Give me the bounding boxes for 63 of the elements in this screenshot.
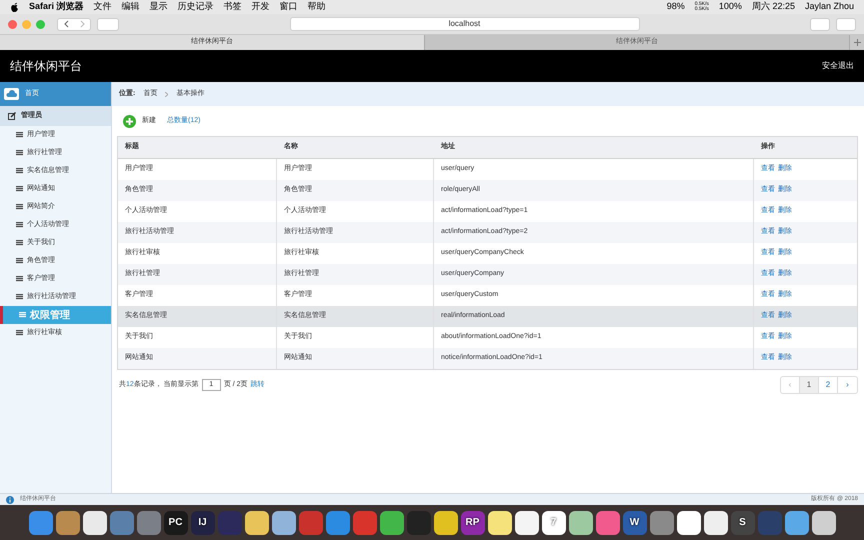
dock-app-icon[interactable] [568,510,592,534]
dock-app-icon[interactable] [244,510,268,534]
list-icon [16,276,23,282]
battery-percent: 98% [666,0,685,14]
dock-app-icon[interactable]: 7 [542,510,566,534]
chevron-icon [165,92,168,96]
list-icon [16,222,23,228]
apple-icon[interactable] [10,2,19,12]
list-icon [16,132,23,138]
dock-app-icon[interactable] [434,510,458,534]
dock-app-label: IJ [198,516,207,530]
close-window-icon[interactable] [8,20,17,28]
menu-item[interactable]: 文件 [94,0,112,14]
edit-icon [8,112,16,120]
menu-item[interactable]: 书签 [224,0,242,14]
dock-app-icon[interactable] [488,510,512,534]
list-icon [16,168,23,174]
dock-app-label: S [739,516,746,530]
info-icon [6,496,14,504]
add-icon[interactable] [123,114,136,128]
site-title: 结伴休闲平台 [10,58,82,75]
dock-app-icon[interactable]: RP [460,510,484,534]
dock-app-icon[interactable] [272,510,296,534]
list-icon [16,258,23,264]
list-icon [16,204,23,210]
dock-app-icon[interactable] [82,510,106,534]
app-menu[interactable]: Safari 浏览器 [29,0,84,14]
dock-app-icon[interactable]: S [730,510,754,534]
dock-app-label: PC [168,516,182,530]
dock-app-label: 7 [550,516,556,530]
dock-app-icon[interactable]: IJ [190,510,214,534]
back-icon [64,20,68,28]
list-icon [16,330,23,336]
list-icon [16,240,23,246]
menu-item[interactable]: 显示 [150,0,168,14]
menu-item[interactable]: 帮助 [308,0,326,14]
dock-app-icon[interactable] [812,510,836,534]
menu-item[interactable]: 开发 [252,0,270,14]
cloud-icon [4,88,19,100]
page-button[interactable]: 1 [800,377,819,393]
list-icon [16,294,23,300]
logout-link[interactable]: 安全退出 [822,60,854,72]
address-bar[interactable]: localhost [290,17,640,31]
dock-app-icon[interactable] [514,510,538,534]
user-name[interactable]: Jaylan Zhou [804,0,854,14]
dock-app-icon[interactable] [676,510,700,534]
dock-app-label: RP [466,516,480,530]
dock-app-icon[interactable]: W [622,510,646,534]
sidebar-toggle-button[interactable] [97,18,119,30]
list-icon [19,312,26,318]
plus-icon [854,39,860,46]
list-icon [16,186,23,192]
dock-app-icon[interactable] [704,510,728,534]
menu-item[interactable]: 编辑 [122,0,140,14]
list-icon [16,150,23,156]
dock-app-label: W [630,516,640,530]
menu-item[interactable]: 历史记录 [178,0,214,14]
forward-icon [80,20,84,28]
menu-item[interactable]: 窗口 [280,0,298,14]
next-page-button[interactable]: › [838,377,857,393]
dock-app-icon[interactable]: PC [164,510,188,534]
clock: 周六 22:25 [752,0,795,14]
battery-level: 100% [718,0,742,14]
